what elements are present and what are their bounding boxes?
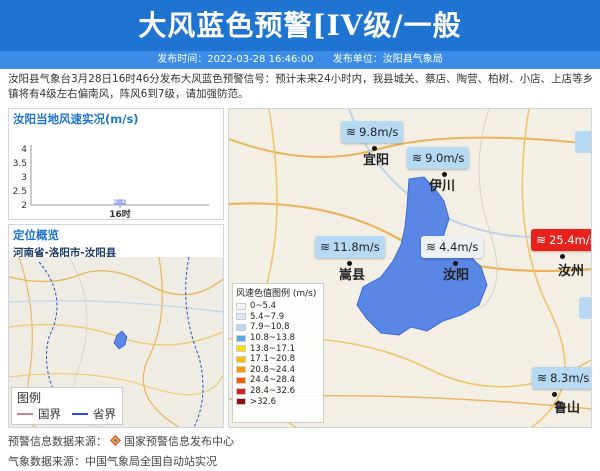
station-speed: 11.8m/s: [333, 240, 380, 254]
place-songxian: 嵩县: [339, 268, 366, 283]
warning-source-prefix: 预警信息数据来源：: [8, 435, 107, 448]
wind-legend-label: 0~5.4: [250, 301, 277, 312]
wind-legend-row: 10.8~13.8: [236, 333, 320, 344]
wind-legend-swatch: [236, 398, 246, 406]
wind-legend-label: 24.4~28.4: [250, 375, 295, 386]
wind-legend-label: 7.9~10.8: [250, 322, 290, 333]
wind-legend-swatch: [236, 376, 246, 384]
station-label-yiyang[interactable]: ≋ 9.8m/s: [341, 121, 404, 143]
location-overview-panel: 定位概览 河南省-洛阳市-汝阳县 图例 国界 省界: [8, 224, 224, 428]
y-tick-label: 2.5: [13, 187, 27, 197]
station-label-lushan[interactable]: ≋ 8.3m/s: [532, 367, 591, 389]
wind-legend-swatch: [236, 302, 246, 310]
wind-legend-label: 5.4~7.9: [250, 311, 285, 322]
partial-station-label: [579, 297, 591, 319]
y-tick-label: 3: [21, 173, 27, 183]
publish-meta-bar: 发布时间：2022-03-28 16:46:00 发布单位：汝阳县气象局: [0, 51, 600, 69]
wind-legend-row: 28.4~32.6: [236, 386, 320, 397]
location-title: 定位概览: [13, 228, 59, 242]
place-ruzhou: 汝州: [558, 264, 585, 279]
wind-legend-row: 5.4~7.9: [236, 312, 320, 323]
publish-time: 发布时间：2022-03-28 16:46:00: [157, 54, 314, 65]
place-lushan: 鲁山: [554, 401, 581, 416]
publisher: 发布单位：汝阳县气象局: [332, 54, 443, 65]
wind-icon: ≋: [346, 125, 357, 139]
warning-title-banner: 大风蓝色预警[IV级/一般: [0, 0, 600, 51]
station-dot-ruzhou: [560, 254, 565, 259]
wind-legend-swatch: [236, 313, 246, 321]
y-tick-label: 4: [21, 145, 27, 155]
wind-legend-label: 10.8~13.8: [250, 333, 295, 344]
wind-legend-swatch: [236, 323, 246, 331]
wind-icon: ≋: [320, 240, 331, 254]
wind-legend-label: >32.6: [250, 396, 277, 407]
wind-legend-swatch: [236, 345, 246, 353]
station-label-yichuan[interactable]: ≋ 9.0m/s: [407, 147, 470, 169]
wind-legend-rows: 0~5.4 5.4~7.9 7.9~10.8 10.8~13.8 13.8~17.1 17…: [236, 301, 320, 407]
place-yiyang: 宜阳: [363, 153, 390, 168]
location-legend: 图例 国界 省界: [11, 387, 123, 425]
province-border-swatch: [72, 413, 88, 415]
station-label-ruyang[interactable]: ≋ 4.4m/s: [421, 236, 484, 258]
wind-icon: ≋: [537, 371, 548, 385]
wind-legend-row: 0~5.4: [236, 301, 320, 312]
place-yichuan: 伊川: [429, 179, 456, 194]
warning-source-link[interactable]: 国家预警信息发布中心: [124, 435, 234, 448]
wind-icon: ≋: [426, 240, 437, 254]
location-legend-items: 国界 省界: [17, 406, 117, 422]
wind-icon: ≋: [536, 233, 547, 247]
wind-legend-row: 7.9~10.8: [236, 322, 320, 333]
x-tick-label: 16时: [109, 208, 131, 219]
y-tick-label: 2: [21, 201, 27, 211]
wind-legend-row: 13.8~17.1: [236, 343, 320, 354]
wind-legend-row: 20.8~24.4: [236, 365, 320, 376]
wind-legend-swatch: [236, 355, 246, 363]
wind-legend-swatch: [236, 387, 246, 395]
partial-station-label: [575, 131, 591, 153]
wind-icon: ≋: [412, 151, 423, 165]
station-speed: 9.8m/s: [359, 125, 399, 139]
weather-data-source: 气象数据来源：中国气象局全国自动站实况: [8, 455, 217, 468]
station-label-songxian[interactable]: ≋ 11.8m/s: [315, 236, 385, 258]
wind-legend-title: 风速色值图例 (m/s): [236, 289, 317, 299]
wind-legend-swatch: [236, 334, 246, 342]
wind-legend-row: >32.6: [236, 396, 320, 407]
wind-speed-legend: 风速色值图例 (m/s) 0~5.4 5.4~7.9 7.9~10.8 10.8~13…: [232, 283, 324, 423]
location-legend-title: 图例: [17, 391, 42, 405]
wind-speed-chart-panel: 汝阳当地风速实况(m/s) 2 2.5 3 3.5 4 2.2 16时: [8, 108, 224, 220]
source-logo-icon: [110, 435, 121, 446]
national-border-swatch: [17, 413, 33, 415]
legend-national-border: 国界: [38, 407, 61, 421]
wind-legend-swatch: [236, 366, 246, 374]
place-ruyang: 汝阳: [443, 268, 470, 283]
wind-legend-label: 13.8~17.1: [250, 343, 295, 354]
warning-source-line: 预警信息数据来源： 国家预警信息发布中心: [8, 433, 234, 449]
station-speed: 8.3m/s: [550, 371, 590, 385]
wind-speed-chart: 2 2.5 3 3.5 4 2.2 16时: [13, 145, 209, 219]
bar-data-label: 2.2: [113, 195, 127, 205]
wind-legend-row: 17.1~20.8: [236, 354, 320, 365]
y-tick-label: 3.5: [13, 159, 27, 169]
wind-legend-label: 20.8~24.4: [250, 364, 295, 375]
warning-description: 汝阳县气象台3月28日16时46分发布大风蓝色预警信号：预计未来24小时内，我县…: [8, 73, 594, 100]
station-label-ruzhou[interactable]: ≋ 25.4m/s: [531, 229, 592, 251]
wind-legend-label: 28.4~32.6: [250, 386, 295, 397]
station-speed: 4.4m/s: [439, 240, 479, 254]
station-speed: 25.4m/s: [549, 233, 592, 247]
legend-province-border: 省界: [93, 407, 116, 421]
wind-legend-label: 17.1~20.8: [250, 354, 295, 365]
station-speed: 9.0m/s: [425, 151, 465, 165]
wind-legend-row: 24.4~28.4: [236, 375, 320, 386]
